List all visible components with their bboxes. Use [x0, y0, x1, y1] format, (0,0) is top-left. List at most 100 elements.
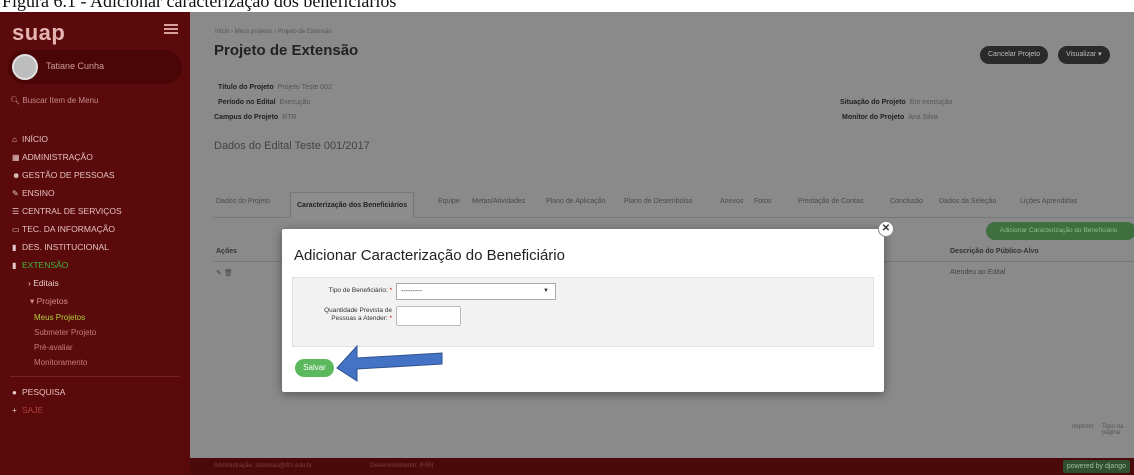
sidebar-item-submeter-projeto[interactable]: Submeter Projeto	[0, 325, 190, 340]
column-acoes: Ações	[216, 248, 238, 255]
add-beneficiary-button[interactable]: Adicionar Caracterização do Beneficiário	[986, 222, 1134, 240]
field-label: Campus do Projeto	[214, 114, 279, 121]
sidebar-item-label: PESQUISA	[22, 387, 66, 397]
sidebar-item-extensao[interactable]: ▮ EXTENSÃO	[0, 256, 190, 274]
field-label: Período no Edital	[218, 99, 276, 106]
sidebar-item-central-servicos[interactable]: ☰ CENTRAL DE SERVIÇOS	[0, 202, 190, 220]
sidebar-item-projetos[interactable]: ▾ Projetos	[0, 292, 190, 310]
quantidade-label-line2: Pessoas a Atender:	[331, 315, 388, 322]
table-row-actions: ✎ 🗑︎	[216, 269, 233, 277]
field-periodo: Período no Edital Execução	[218, 99, 310, 106]
close-icon[interactable]: ✕	[878, 221, 894, 237]
sidebar-menu: ⌂ INÍCIO ▦ ADMINISTRAÇÃO ☻ GESTÃO DE PESSOA…	[0, 130, 190, 419]
tab-anexos[interactable]: Anexos	[720, 198, 743, 205]
user-box[interactable]: Tatiane Cunha	[8, 50, 182, 84]
home-icon: ⌂	[12, 135, 17, 144]
field-monitor: Monitor do Projeto Ana Silva	[842, 114, 938, 121]
sidebar-item-label: INÍCIO	[22, 134, 48, 144]
quantidade-label: Quantidade Prevista de Pessoas a Atender…	[297, 307, 392, 323]
field-titulo: Título do Projeto Projeto Teste 002	[218, 84, 332, 91]
sidebar-item-label: Editais	[33, 278, 59, 288]
field-value: Projeto Teste 002	[277, 84, 332, 91]
sidebar-item-label: ENSINO	[22, 188, 55, 198]
field-value: Em execução	[909, 99, 953, 106]
people-icon: ☻	[12, 171, 21, 180]
column-descricao: Descrição do Público-Alvo	[950, 248, 1039, 255]
footer-admin[interactable]: Administração: sistemas@ifrn.edu.br	[214, 463, 312, 469]
sidebar-item-tec-informacao[interactable]: ▭ TEC. DA INFORMAÇÃO	[0, 220, 190, 238]
tab-prestacao-contas[interactable]: Prestação de Contas	[798, 198, 863, 205]
menu-search[interactable]: 🔍︎ Buscar Item de Menu	[10, 96, 98, 105]
sidebar-item-pre-avaliar[interactable]: Pré-avaliar	[0, 340, 190, 355]
tipo-beneficiario-select[interactable]: --------- ▼	[396, 283, 556, 300]
django-badge: powered by django	[1062, 460, 1130, 473]
tab-metas-atividades[interactable]: Metas/Atividades	[472, 198, 525, 205]
edital-heading: Dados do Edital Teste 001/2017	[214, 140, 370, 152]
field-value: Execução	[279, 99, 311, 106]
sidebar-item-des-institucional[interactable]: ▮ DES. INSTITUCIONAL	[0, 238, 190, 256]
print-link[interactable]: Imprimir	[1072, 424, 1094, 430]
modal-title: Adicionar Caracterização do Beneficiário	[294, 247, 565, 264]
quantidade-label-line1: Quantidade Prevista de	[324, 307, 392, 314]
sidebar-item-label: CENTRAL DE SERVIÇOS	[22, 206, 122, 216]
sidebar-item-monitoramento[interactable]: Monitoramento	[0, 355, 190, 370]
search-circle-icon: ●	[12, 388, 17, 397]
field-value: RTR	[282, 114, 297, 121]
menu-search-placeholder: Buscar Item de Menu	[22, 96, 99, 105]
chevron-down-icon: ▼	[543, 288, 549, 294]
sidebar-item-editais[interactable]: › Editais	[0, 274, 190, 292]
menu-toggle-icon[interactable]	[164, 24, 178, 34]
tipo-label: Tipo de Beneficiário: *	[297, 287, 392, 295]
sidebar-item-saje[interactable]: + SAJE	[0, 401, 190, 419]
sidebar-item-label: Projetos	[36, 296, 68, 306]
beneficiary-form: Tipo de Beneficiário: * --------- ▼ Quan…	[292, 277, 874, 347]
chevron-down-icon: ▾	[30, 296, 37, 306]
sidebar-item-ensino[interactable]: ✎ ENSINO	[0, 184, 190, 202]
tab-bar: Dados do Projeto Caracterização dos Bene…	[214, 192, 1134, 218]
field-situacao: Situação do Projeto Em execução	[840, 99, 952, 106]
user-name: Tatiane Cunha	[46, 61, 105, 71]
table-row-descricao: Atendeu ao Edital	[950, 269, 1006, 276]
quantidade-input[interactable]	[396, 306, 461, 326]
tab-fotos[interactable]: Fotos	[754, 198, 772, 205]
tab-caracterizacao-beneficiarios[interactable]: Caracterização dos Beneficiários	[290, 192, 415, 218]
field-label: Título do Projeto	[218, 84, 274, 91]
breadcrumb[interactable]: Início › Meus projetos › Projeto de Exte…	[215, 29, 332, 35]
figure-caption-text: Figura 6.1 - Adicionar caracterização do…	[2, 0, 397, 11]
figure-caption: Figura 6.1 - Adicionar caracterização do…	[0, 0, 1134, 12]
sidebar-item-pesquisa[interactable]: ● PESQUISA	[0, 383, 190, 401]
sidebar-item-label: TEC. DA INFORMAÇÃO	[22, 224, 116, 234]
tab-plano-aplicacao[interactable]: Plano de Aplicação	[546, 198, 606, 205]
monitor-icon: ▭	[12, 225, 20, 234]
tab-licoes-aprendidas[interactable]: Lições Aprendidas	[1020, 198, 1077, 205]
required-mark: *	[389, 315, 392, 322]
view-button[interactable]: Visualizar ▾	[1058, 46, 1110, 64]
tab-conclusao[interactable]: Conclusão	[890, 198, 923, 205]
field-label: Monitor do Projeto	[842, 114, 905, 121]
top-link[interactable]: Topo da página	[1102, 424, 1134, 436]
save-button[interactable]: Salvar	[295, 359, 334, 377]
edit-icon[interactable]: ✎	[216, 270, 222, 277]
tab-equipe[interactable]: Equipe	[438, 198, 460, 205]
list-icon: ☰	[12, 207, 20, 216]
app-logo[interactable]: suap	[12, 20, 65, 46]
sidebar-item-label: DES. INSTITUCIONAL	[22, 242, 109, 252]
plus-icon: +	[12, 406, 17, 415]
cancel-project-button[interactable]: Cancelar Projeto	[980, 46, 1049, 64]
footer-dev: Desenvolvimento: IFRN	[370, 463, 434, 469]
sidebar-item-meus-projetos[interactable]: Meus Projetos	[0, 310, 190, 325]
tab-dados-selecao[interactable]: Dados da Seleção	[939, 198, 996, 205]
sidebar-item-administracao[interactable]: ▦ ADMINISTRAÇÃO	[0, 148, 190, 166]
app-window: suap Tatiane Cunha 🔍︎ Buscar Item de Men…	[0, 12, 1134, 475]
grid-icon: ▦	[12, 153, 20, 162]
delete-icon[interactable]: 🗑︎	[224, 270, 233, 277]
sidebar-item-inicio[interactable]: ⌂ INÍCIO	[0, 130, 190, 148]
sidebar-item-label: SAJE	[22, 405, 44, 415]
sidebar-item-label: GESTÃO DE PESSOAS	[22, 170, 115, 180]
sidebar-item-label: EXTENSÃO	[22, 260, 69, 270]
tab-dados-projeto[interactable]: Dados do Projeto	[216, 198, 270, 205]
chart-icon: ▮	[12, 243, 17, 252]
chart-icon: ▮	[12, 261, 17, 270]
tab-plano-desembolso[interactable]: Plano de Desembolso	[624, 198, 693, 205]
sidebar-item-gestao-pessoas[interactable]: ☻ GESTÃO DE PESSOAS	[0, 166, 190, 184]
